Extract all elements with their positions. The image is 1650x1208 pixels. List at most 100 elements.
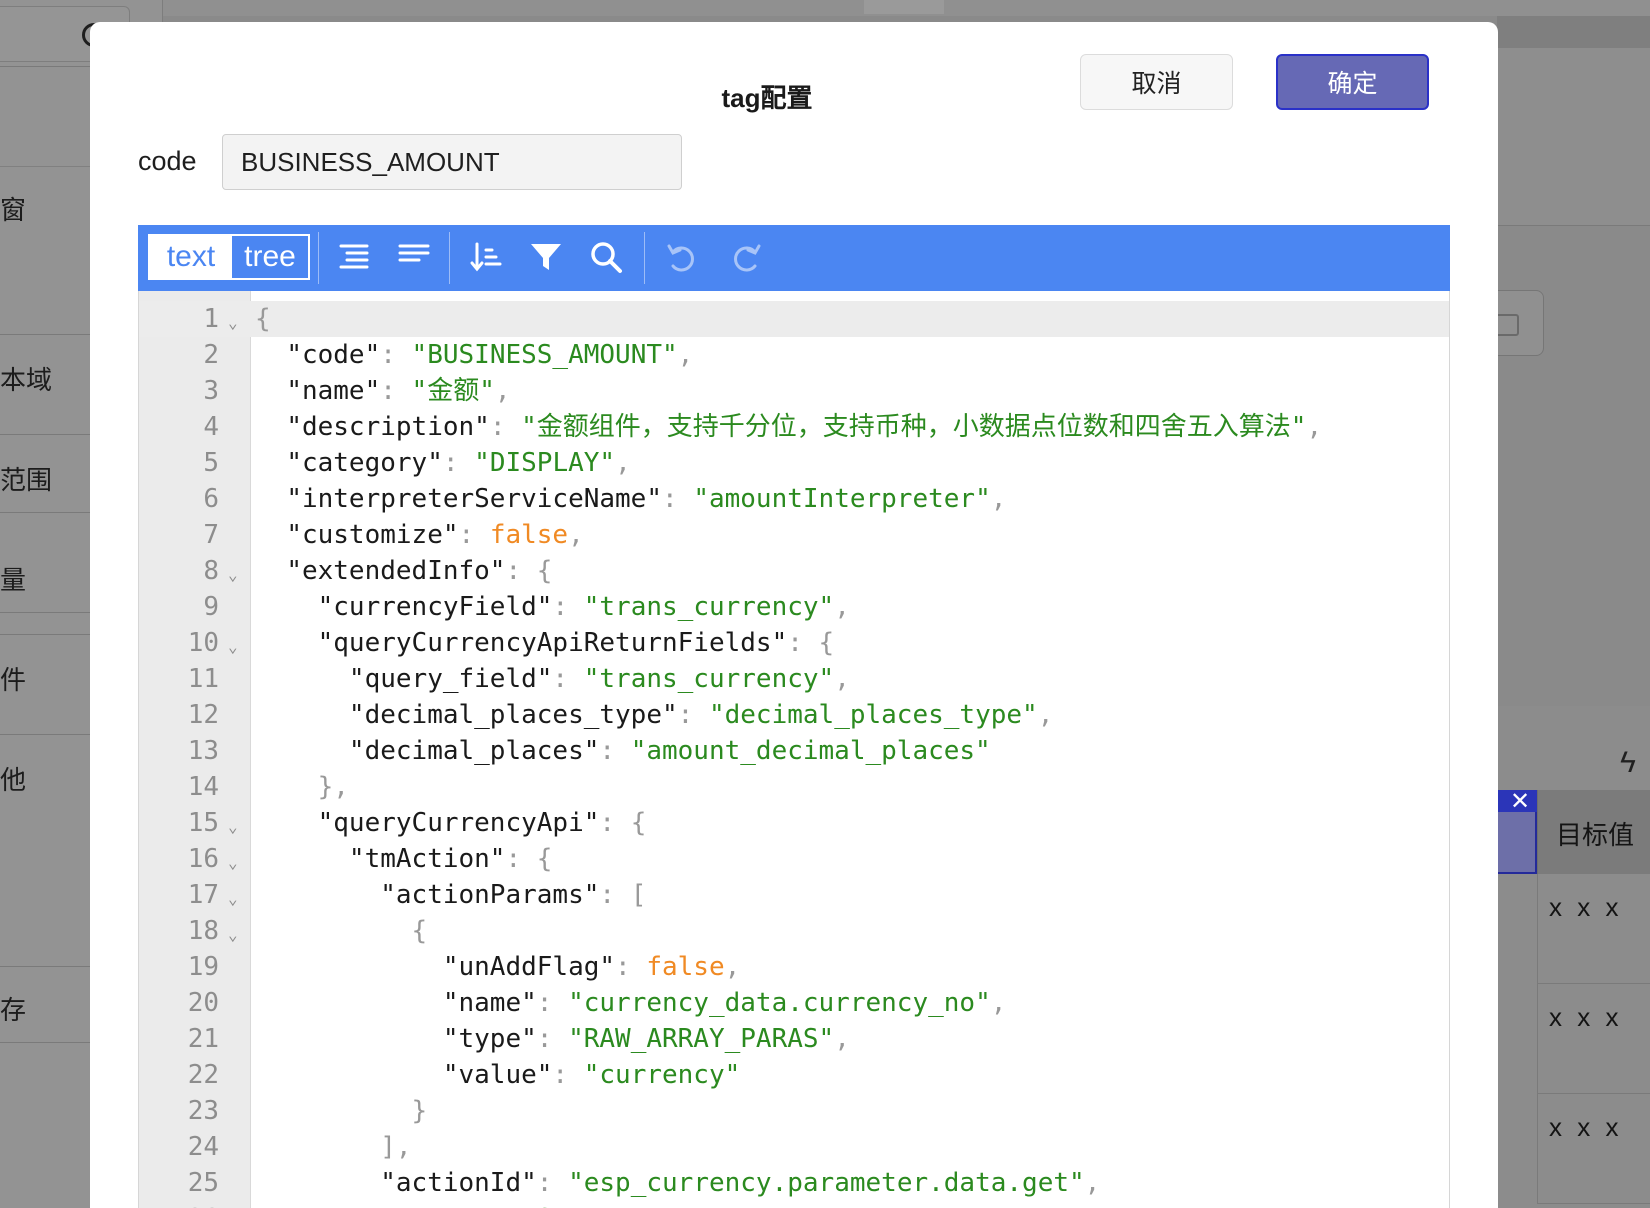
code-token: : [489, 412, 522, 442]
code-line: 22 "value": "currency" [139, 1057, 1449, 1093]
code-token: "ESP" [505, 1204, 583, 1208]
code-token: "value" [442, 1060, 553, 1090]
line-number: 15 [187, 808, 219, 838]
fold-chevron-icon[interactable]: ⌄ [228, 305, 238, 341]
code-token: { [255, 304, 271, 334]
code-text: "customize": false, [255, 517, 583, 553]
redo-icon[interactable] [724, 235, 768, 279]
line-number: 2 [203, 340, 219, 370]
line-number: 13 [187, 736, 219, 766]
toolbar-separator [644, 232, 645, 284]
code-line: 4 "description": "金额组件，支持千分位，支持币种，小数据点位数… [139, 409, 1449, 445]
code-line: 23 } [139, 1093, 1449, 1129]
cancel-button[interactable]: 取消 [1080, 54, 1233, 110]
code-token: "currency" [583, 1060, 741, 1090]
code-token: "trans_currency" [583, 664, 835, 694]
code-line: 3 "name": "金额", [139, 373, 1449, 409]
code-token: "trans_currency" [583, 592, 835, 622]
line-number: 19 [187, 952, 219, 982]
tag-config-dialog: tag配置 取消 确定 code text tree [90, 22, 1498, 1208]
code-text: { [255, 913, 428, 949]
filter-icon[interactable] [524, 235, 568, 279]
sort-icon[interactable] [464, 235, 508, 279]
fold-chevron-icon[interactable]: ⌄ [228, 557, 238, 593]
code-token: "amount_decimal_places" [630, 736, 991, 766]
fold-chevron-icon[interactable]: ⌄ [228, 881, 238, 917]
code-text: { [255, 301, 271, 337]
code-token: "RAW_ARRAY_PARAS" [568, 1024, 835, 1054]
code-text: "extendedInfo": { [255, 553, 552, 589]
code-token: : { [599, 808, 647, 838]
code-text: "code": "BUSINESS_AMOUNT", [255, 337, 693, 373]
code-token: "customize" [286, 520, 459, 550]
code-field[interactable] [222, 134, 682, 190]
json-code-editor[interactable]: 1 ⌄{2 "code": "BUSINESS_AMOUNT", 3 "name":… [138, 291, 1450, 1208]
undo-icon[interactable] [660, 235, 704, 279]
fold-chevron-icon[interactable]: ⌄ [228, 629, 238, 665]
code-line: 6 "interpreterServiceName": "amountInter… [139, 481, 1449, 517]
line-number: 17 [187, 880, 219, 910]
code-token: "decimal_places_type" [708, 700, 1038, 730]
code-text: "type": "RAW_ARRAY_PARAS", [255, 1021, 850, 1057]
line-number: 4 [203, 412, 219, 442]
line-number: 18 [187, 916, 219, 946]
format-icon[interactable] [332, 235, 376, 279]
fold-chevron-icon[interactable]: ⌄ [228, 845, 238, 881]
code-token: "decimal_places" [348, 736, 600, 766]
background-strip [1497, 16, 1650, 48]
code-token: , [1306, 412, 1323, 442]
code-token: : { [505, 844, 553, 874]
code-line: 9 "currencyField": "trans_currency", [139, 589, 1449, 625]
code-line: 13 "decimal_places": "amount_decimal_pla… [139, 733, 1449, 769]
lightning-icon: ϟ [1620, 746, 1636, 779]
editor-mode-switch: text tree [148, 234, 310, 280]
code-token: "actionId" [380, 1168, 537, 1198]
fold-chevron-icon[interactable]: ⌄ [228, 917, 238, 953]
code-token: "BUSINESS_AMOUNT" [411, 340, 678, 370]
code-text: "currencyField": "trans_currency", [255, 589, 850, 625]
code-line: 20 "name": "currency_data.currency_no", [139, 985, 1449, 1021]
search-icon[interactable] [584, 235, 628, 279]
code-token: "queryCurrencyApiReturnFields" [317, 628, 788, 658]
line-number: 16 [187, 844, 219, 874]
code-token: "name" [286, 376, 381, 406]
code-token: : [552, 592, 584, 622]
line-number: 26 [139, 1201, 219, 1208]
code-line: 5 "category": "DISPLAY", [139, 445, 1449, 481]
calendar-icon [1495, 314, 1519, 336]
code-line: 16 ⌄ "tmAction": { [139, 841, 1449, 877]
table-cell [1537, 1094, 1650, 1204]
code-token: "currency_data.currency_no" [568, 988, 991, 1018]
code-token: , [494, 376, 511, 406]
compact-icon[interactable] [392, 235, 436, 279]
line-number: 7 [203, 520, 219, 550]
fold-chevron-icon[interactable]: ⌄ [228, 809, 238, 845]
toolbar-separator [318, 232, 319, 284]
code-line: 17 ⌄ "actionParams": [ [139, 877, 1449, 913]
code-token: "extendedInfo" [286, 556, 506, 586]
confirm-button[interactable]: 确定 [1276, 54, 1429, 110]
code-token: false [646, 952, 725, 982]
code-token: "amountInterpreter" [693, 484, 991, 514]
code-token: "unAddFlag" [442, 952, 616, 982]
table-cell-text: x x x [1549, 1112, 1623, 1142]
code-token: "金额" [411, 376, 495, 406]
code-token: "description" [286, 412, 490, 442]
mode-tree-button[interactable]: tree [232, 236, 308, 278]
code-token: { [411, 916, 428, 946]
code-token: : [380, 340, 412, 370]
code-token: : [677, 700, 709, 730]
code-line: 10 ⌄ "queryCurrencyApiReturnFields": { [139, 625, 1449, 661]
code-line: 19 "unAddFlag": false, [139, 949, 1449, 985]
code-text: "queryCurrencyApi": { [255, 805, 647, 841]
code-token: "type" [442, 1024, 537, 1054]
code-token: "currencyField" [317, 592, 553, 622]
mode-text-button[interactable]: text [150, 236, 232, 278]
